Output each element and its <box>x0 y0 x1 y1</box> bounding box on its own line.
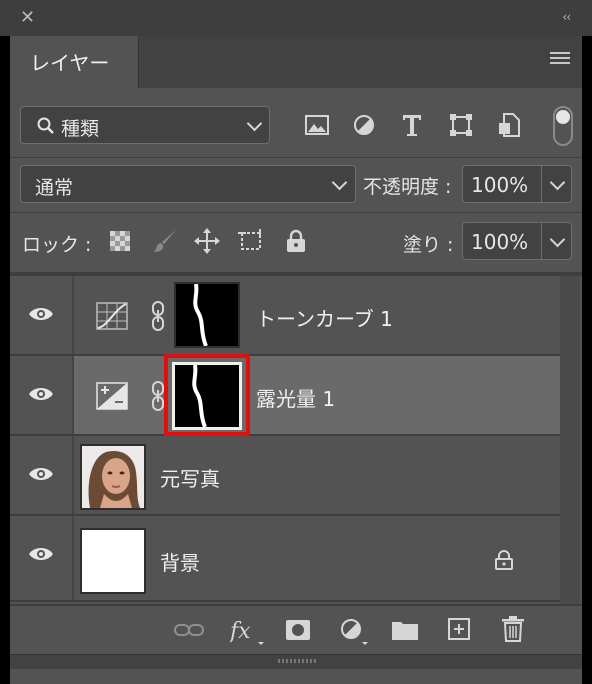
lock-all-icon[interactable] <box>285 229 307 253</box>
chevron-down-icon <box>331 174 348 191</box>
smart-object-filter-icon[interactable] <box>498 113 520 137</box>
blend-mode-value: 通常 <box>35 177 74 199</box>
fill-field[interactable]: 100% <box>462 222 572 260</box>
lock-transparent-pixels-icon[interactable] <box>110 231 130 251</box>
add-mask-icon[interactable] <box>286 620 310 640</box>
chevron-down-icon <box>246 115 263 132</box>
layer-thumbnail-photo[interactable] <box>80 444 146 510</box>
fill-label: 塗り : <box>403 234 454 256</box>
filter-type-label: 種類 <box>61 118 100 140</box>
opacity-field[interactable]: 100% <box>462 165 572 203</box>
new-group-folder-icon[interactable] <box>392 620 418 640</box>
divider <box>10 157 582 158</box>
panel-resize-grip[interactable] <box>10 654 582 669</box>
type-layer-filter-icon[interactable] <box>401 113 423 137</box>
layer-thumbnail-white[interactable] <box>80 528 146 594</box>
eye-icon[interactable] <box>28 466 54 482</box>
lock-image-pixels-icon[interactable] <box>152 228 178 254</box>
tab-layers[interactable]: レイヤー <box>10 36 139 88</box>
new-layer-icon[interactable] <box>448 618 470 640</box>
panel-header-strip <box>0 0 592 36</box>
lock-position-icon[interactable] <box>194 228 220 254</box>
layer-name[interactable]: 元写真 <box>160 463 220 492</box>
layer-row-curves[interactable]: トーンカーブ 1 <box>10 276 560 356</box>
tab-bar: レイヤー <box>10 36 582 88</box>
layer-name[interactable]: 露光量 1 <box>256 383 335 412</box>
opacity-value: 100% <box>471 173 529 197</box>
fx-layer-style-icon[interactable]: fx <box>230 616 264 646</box>
exposure-adjustment-icon <box>96 382 128 410</box>
layer-name[interactable]: トーンカーブ 1 <box>256 303 393 332</box>
shape-layer-filter-icon[interactable] <box>449 113 473 137</box>
lock-artboard-icon[interactable] <box>238 229 266 253</box>
curves-adjustment-icon <box>96 302 128 330</box>
new-adjustment-layer-icon[interactable] <box>340 618 370 646</box>
layer-mask-thumbnail[interactable] <box>174 282 240 348</box>
lock-label: ロック : <box>22 234 92 256</box>
layer-locked-icon <box>495 550 513 570</box>
filter-type-select[interactable]: 種類 <box>20 106 270 144</box>
divider <box>10 212 582 213</box>
layers-bottom-toolbar: fx <box>10 604 582 656</box>
svg-text:fx: fx <box>230 619 251 644</box>
link-layers-icon[interactable] <box>174 622 204 638</box>
fill-value: 100% <box>471 230 529 254</box>
chevron-down-icon[interactable] <box>549 174 566 191</box>
layer-row-background[interactable]: 背景 <box>10 516 560 602</box>
search-icon <box>37 117 54 134</box>
visibility-cell[interactable] <box>10 436 74 514</box>
pixel-layer-filter-icon[interactable] <box>305 115 329 135</box>
tab-layers-label: レイヤー <box>30 51 110 75</box>
chevron-down-icon[interactable] <box>549 231 566 248</box>
adjustment-layer-filter-icon[interactable] <box>353 114 375 136</box>
panel-menu-icon[interactable] <box>550 52 570 68</box>
layer-row-exposure[interactable]: 露光量 1 <box>10 354 560 436</box>
layer-mask-thumbnail[interactable] <box>172 362 242 430</box>
eye-icon[interactable] <box>28 546 54 562</box>
opacity-label: 不透明度 : <box>363 176 452 198</box>
collapse-icon[interactable]: ‹‹ <box>562 10 571 24</box>
layers-scrollbar[interactable] <box>560 276 580 604</box>
close-icon[interactable]: ✕ <box>20 8 35 28</box>
visibility-cell[interactable] <box>10 356 74 434</box>
layer-row-photo[interactable]: 元写真 <box>10 436 560 516</box>
eye-icon[interactable] <box>28 386 54 402</box>
layer-name[interactable]: 背景 <box>160 547 200 576</box>
trash-icon[interactable] <box>502 616 524 642</box>
mask-link-icon[interactable] <box>150 300 166 332</box>
filter-toggle-switch[interactable] <box>553 106 573 146</box>
visibility-cell[interactable] <box>10 276 74 354</box>
blend-mode-select[interactable]: 通常 <box>20 165 356 203</box>
eye-icon[interactable] <box>28 306 54 322</box>
visibility-cell[interactable] <box>10 516 74 600</box>
